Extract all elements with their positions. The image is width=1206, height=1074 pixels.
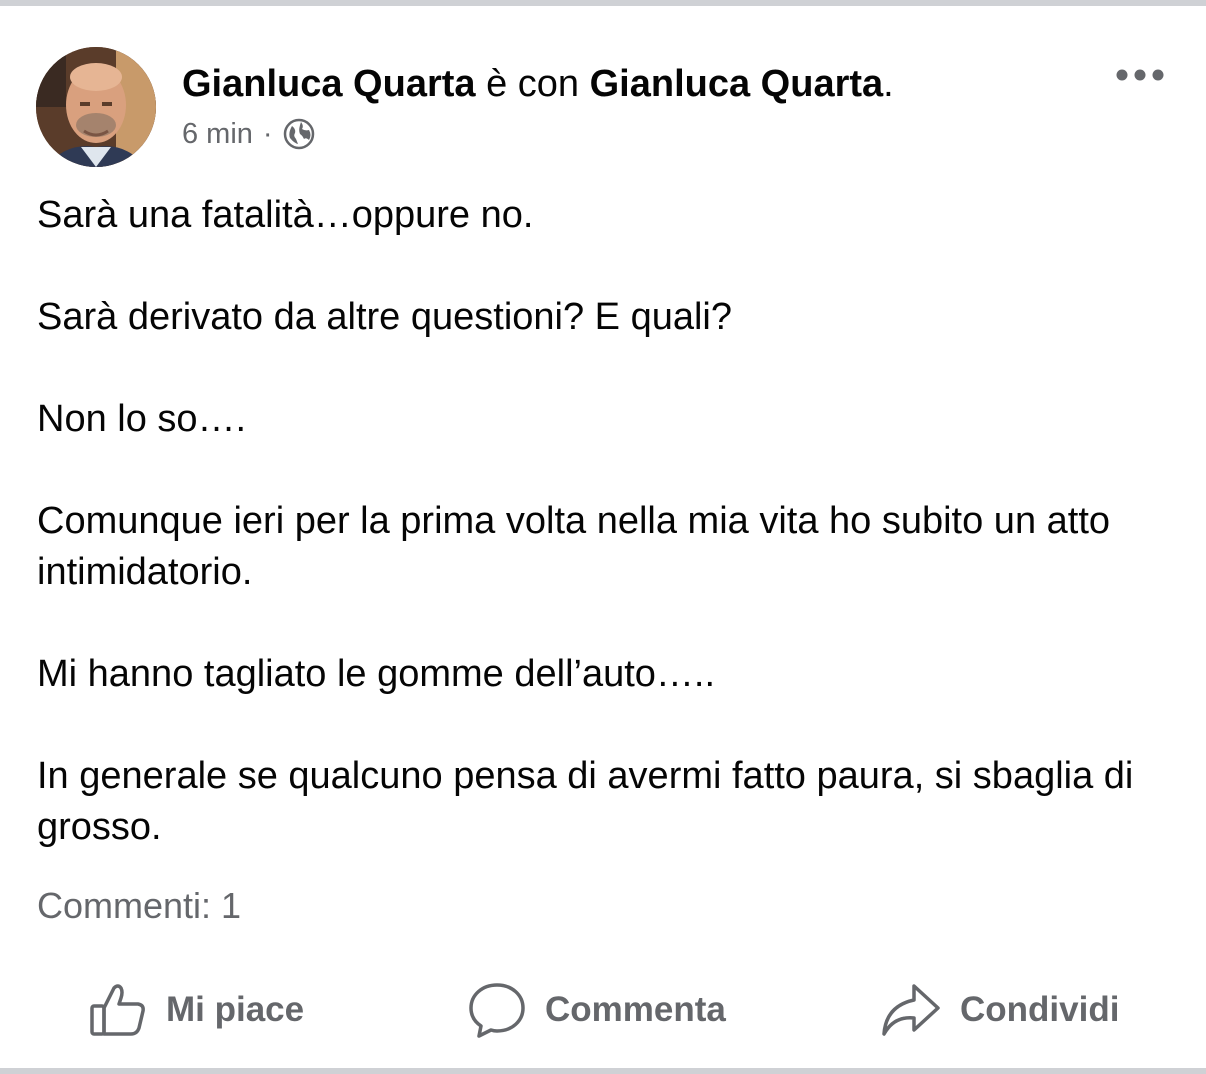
- post-paragraph: Comunque ieri per la prima volta nella m…: [37, 500, 1111, 593]
- author-avatar[interactable]: [36, 47, 156, 167]
- post-timestamp[interactable]: 6 min: [182, 114, 253, 154]
- more-options-button[interactable]: [1110, 60, 1170, 94]
- meta-separator: ·: [262, 118, 273, 150]
- globe-icon[interactable]: [283, 118, 315, 150]
- speech-bubble-icon: [467, 980, 527, 1040]
- comments-count-link[interactable]: Commenti: 1: [37, 882, 241, 930]
- tagged-user-link[interactable]: Gianluca Quarta: [590, 63, 884, 105]
- author-name-link[interactable]: Gianluca Quarta: [182, 63, 476, 105]
- comment-button[interactable]: Commenta: [467, 970, 726, 1050]
- bottom-divider: [0, 1068, 1206, 1074]
- thumbs-up-icon: [88, 980, 148, 1040]
- like-button[interactable]: Mi piace: [88, 970, 304, 1050]
- post-header: Gianluca Quarta è con Gianluca Quarta.: [182, 60, 894, 108]
- action-bar: Mi piace Commenta Condividi: [0, 970, 1206, 1050]
- post-paragraph: Non lo so….: [37, 398, 247, 440]
- like-label: Mi piace: [166, 990, 305, 1029]
- with-text: è con: [475, 63, 590, 105]
- share-arrow-icon: [880, 980, 942, 1040]
- more-options-icon: [1115, 68, 1165, 87]
- top-divider: [0, 0, 1206, 6]
- comment-label: Commenta: [545, 990, 726, 1029]
- post-paragraph: In generale se qualcuno pensa di avermi …: [37, 755, 1134, 848]
- post-paragraph: Sarà derivato da altre questioni? E qual…: [37, 296, 733, 338]
- post-paragraph: Sarà una fatalità…oppure no.: [37, 194, 534, 236]
- share-label: Condividi: [960, 990, 1120, 1029]
- header-period: .: [883, 63, 894, 105]
- post-paragraph: Mi hanno tagliato le gomme dell’auto…..: [37, 653, 716, 695]
- post-text: Sarà una fatalità…oppure no. Sarà deriva…: [37, 190, 1167, 853]
- share-button[interactable]: Condividi: [880, 970, 1119, 1050]
- post-meta: 6 min ·: [182, 114, 315, 154]
